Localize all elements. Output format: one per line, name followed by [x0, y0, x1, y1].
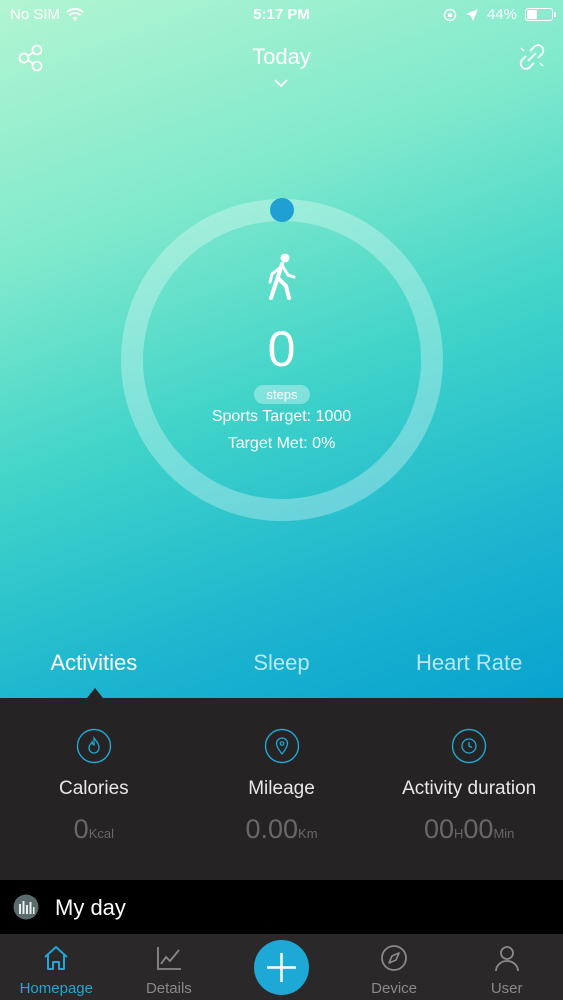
duration-minutes: 00 — [463, 814, 494, 844]
nav-details[interactable]: Details — [113, 934, 226, 1000]
walking-person-icon — [268, 253, 296, 300]
tab-activities[interactable]: Activities — [0, 650, 188, 690]
broken-link-icon[interactable] — [517, 42, 547, 72]
duration-minutes-unit: Min — [493, 826, 515, 841]
nav-label: Details — [145, 980, 192, 997]
chart-icon — [156, 947, 181, 970]
metric-calories: Calories 0Kcal — [0, 698, 188, 880]
status-right: 44% — [443, 6, 556, 23]
nav-label: User — [490, 980, 523, 997]
battery-fill — [527, 10, 537, 19]
target-met: Target Met: 0% — [227, 435, 336, 452]
flame-icon — [76, 728, 112, 764]
calories-unit: Kcal — [88, 826, 114, 841]
tab-bar: Activities Sleep Heart Rate — [0, 650, 563, 690]
metric-label: Calories — [58, 778, 129, 799]
nav-label: Device — [371, 980, 417, 997]
nav-user[interactable]: User — [450, 934, 563, 1000]
orientation-lock-icon — [443, 8, 457, 21]
sports-target: Sports Target: 1000 — [211, 408, 352, 425]
metric-value: 00H00Min — [375, 814, 563, 845]
plus-icon — [267, 953, 296, 982]
compass-icon — [381, 945, 407, 971]
user-icon — [494, 946, 519, 972]
hero-background: No SIM 5:17 PM 44% Today 0 steps Sports … — [0, 0, 563, 698]
chevron-down-icon[interactable] — [272, 78, 290, 88]
duration-hours: 00 — [423, 814, 454, 844]
tab-heart-rate[interactable]: Heart Rate — [375, 650, 563, 690]
location-pin-icon — [264, 728, 299, 764]
home-icon — [44, 946, 68, 970]
battery-percent: 44% — [486, 6, 517, 23]
metric-label: Mileage — [248, 778, 315, 799]
metrics-panel: Calories 0Kcal Mileage 0.00Km Activity d… — [0, 698, 563, 880]
steps-unit-badge: steps — [254, 385, 310, 404]
mileage-value: 0.00 — [245, 814, 299, 844]
metric-label: Activity duration — [402, 778, 537, 799]
metric-value: 0Kcal — [0, 814, 188, 845]
my-day-icon — [13, 894, 39, 920]
metric-mileage: Mileage 0.00Km — [188, 698, 376, 880]
metric-activity-duration: Activity duration 00H00Min — [375, 698, 563, 880]
add-button[interactable] — [254, 940, 309, 995]
step-count: 0 — [267, 321, 296, 377]
active-tab-caret — [87, 688, 103, 698]
location-arrow-icon — [465, 8, 478, 21]
duration-hours-unit: H — [454, 826, 464, 841]
status-bar: No SIM 5:17 PM 44% — [0, 0, 563, 30]
my-day-bar[interactable]: My day — [0, 880, 563, 934]
ring-progress-dot — [270, 198, 294, 222]
page-title[interactable]: Today — [0, 44, 563, 70]
clock-icon — [451, 728, 487, 764]
calories-value: 0 — [73, 814, 89, 844]
nav-label: Homepage — [19, 980, 93, 997]
tab-sleep[interactable]: Sleep — [188, 650, 376, 690]
nav-device[interactable]: Device — [338, 934, 451, 1000]
my-day-label: My day — [55, 895, 126, 920]
metric-value: 0.00Km — [188, 814, 376, 845]
nav-homepage[interactable]: Homepage — [0, 934, 113, 1000]
mileage-unit: Km — [298, 826, 318, 841]
battery-icon — [525, 8, 556, 21]
